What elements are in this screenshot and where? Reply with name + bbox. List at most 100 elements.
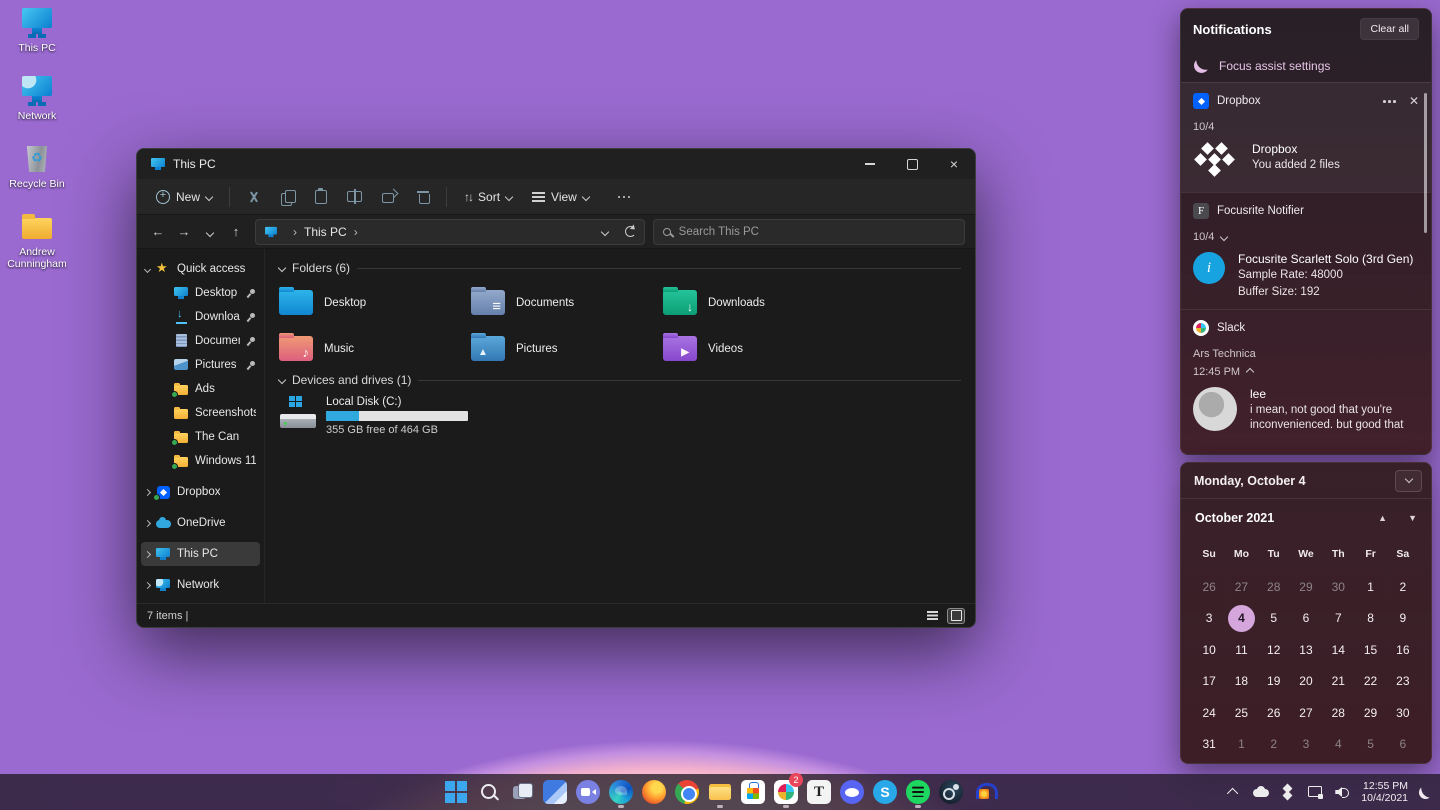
calendar-prev-month-icon[interactable]: ▲	[1378, 513, 1387, 523]
taskbar-audacity-button[interactable]	[972, 777, 996, 807]
focus-assist-tray-icon[interactable]	[1419, 786, 1432, 799]
calendar-day-27[interactable]: 27	[1290, 699, 1322, 726]
expand-chevron-icon[interactable]	[144, 265, 151, 272]
expand-chevron-icon[interactable]	[1220, 233, 1228, 241]
sidebar-item-documents[interactable]: Documents	[141, 329, 260, 353]
sidebar-item-screenshots[interactable]: Screenshots	[141, 401, 260, 425]
calendar-day-21[interactable]: 21	[1322, 668, 1354, 695]
desktop-icon-this-pc[interactable]: This PC	[0, 6, 74, 54]
calendar-day-16[interactable]: 16	[1387, 636, 1419, 663]
cut-button[interactable]	[238, 183, 270, 211]
calendar-day-1[interactable]: 1	[1354, 573, 1386, 600]
search-input[interactable]	[679, 226, 955, 238]
window-titlebar[interactable]: This PC ×	[137, 149, 975, 179]
taskbar-start-button[interactable]	[444, 777, 468, 807]
calendar-day-3[interactable]: 3	[1193, 605, 1225, 632]
taskbar-chat-button[interactable]	[576, 777, 600, 807]
desktop-icon-recycle-bin[interactable]: Recycle Bin	[0, 142, 74, 190]
expand-chevron-icon[interactable]	[144, 550, 151, 557]
dropbox-icon[interactable]	[1280, 784, 1296, 800]
taskbar-store-button[interactable]	[741, 777, 765, 807]
breadcrumb[interactable]: › This PC ›	[255, 219, 645, 245]
taskbar-file-explorer-button[interactable]	[708, 777, 732, 807]
calendar-day-23[interactable]: 23	[1387, 668, 1419, 695]
rename-button[interactable]	[338, 183, 371, 211]
calendar-day-3[interactable]: 3	[1290, 731, 1322, 758]
calendar-day-26[interactable]: 26	[1258, 699, 1290, 726]
sidebar-item-downloads[interactable]: Downloads	[141, 305, 260, 329]
calendar-day-15[interactable]: 15	[1354, 636, 1386, 663]
large-icons-view-button[interactable]	[947, 608, 965, 624]
folder-tile-downloads[interactable]: Downloads	[663, 284, 855, 321]
calendar-day-2[interactable]: 2	[1258, 731, 1290, 758]
notification-more-icon[interactable]	[1382, 99, 1397, 103]
notification-group-slack[interactable]: Slack Ars Technica 12:45 PM lee i mean, …	[1181, 309, 1431, 442]
share-button[interactable]	[373, 183, 406, 211]
calendar-day-28[interactable]: 28	[1258, 573, 1290, 600]
desktop-icon-network[interactable]: Network	[0, 74, 74, 122]
taskbar-spotify-button[interactable]	[906, 777, 930, 807]
sidebar-item-dropbox[interactable]: Dropbox	[141, 480, 260, 504]
folder-tile-music[interactable]: Music	[279, 330, 471, 367]
calendar-day-18[interactable]: 18	[1225, 668, 1257, 695]
calendar-day-29[interactable]: 29	[1290, 573, 1322, 600]
up-button[interactable]: ↑	[225, 224, 247, 239]
calendar-day-17[interactable]: 17	[1193, 668, 1225, 695]
sidebar-item-this-pc[interactable]: This PC	[141, 542, 260, 566]
calendar-day-6[interactable]: 6	[1290, 605, 1322, 632]
calendar-day-10[interactable]: 10	[1193, 636, 1225, 663]
sidebar-item-ads[interactable]: Ads	[141, 377, 260, 401]
taskbar-chrome-button[interactable]	[675, 777, 699, 807]
taskbar-discord-button[interactable]	[840, 777, 864, 807]
notification-group-dropbox[interactable]: Dropbox ✕ 10/4 Dropbox You added 2 files	[1181, 82, 1431, 192]
focus-assist-settings[interactable]: Focus assist settings	[1181, 49, 1431, 82]
sidebar-item-pictures[interactable]: Pictures	[141, 353, 260, 377]
devices-section-header[interactable]: Devices and drives (1)	[279, 373, 961, 387]
breadcrumb-this-pc[interactable]: This PC	[304, 225, 347, 239]
sidebar-item-network[interactable]: Network	[141, 573, 260, 597]
back-button[interactable]: ←	[147, 224, 169, 239]
calendar-day-22[interactable]: 22	[1354, 668, 1386, 695]
details-view-button[interactable]	[923, 608, 941, 624]
taskbar-skype-button[interactable]	[873, 777, 897, 807]
folder-tile-desktop[interactable]: Desktop	[279, 284, 471, 321]
calendar-day-14[interactable]: 14	[1322, 636, 1354, 663]
expand-chevron-icon[interactable]	[144, 519, 151, 526]
calendar-day-29[interactable]: 29	[1354, 699, 1386, 726]
calendar-day-28[interactable]: 28	[1322, 699, 1354, 726]
folders-section-header[interactable]: Folders (6)	[279, 261, 961, 275]
calendar-day-6[interactable]: 6	[1387, 731, 1419, 758]
calendar-day-1[interactable]: 1	[1225, 731, 1257, 758]
calendar-day-2[interactable]: 2	[1387, 573, 1419, 600]
calendar-day-20[interactable]: 20	[1290, 668, 1322, 695]
new-button[interactable]: New	[147, 183, 221, 211]
folder-tile-pictures[interactable]: Pictures	[471, 330, 663, 367]
paste-button[interactable]	[306, 183, 336, 211]
calendar-day-27[interactable]: 27	[1225, 573, 1257, 600]
taskbar-slack-button[interactable]: 2	[774, 777, 798, 807]
forward-button[interactable]: →	[173, 224, 195, 239]
maximize-button[interactable]	[891, 149, 933, 179]
scrollbar[interactable]	[1424, 93, 1427, 233]
calendar-day-5[interactable]: 5	[1354, 731, 1386, 758]
sort-button[interactable]: Sort	[455, 183, 521, 211]
calendar-day-13[interactable]: 13	[1290, 636, 1322, 663]
search-box[interactable]	[653, 219, 965, 245]
sidebar-item-windows-11[interactable]: Windows 11	[141, 449, 260, 473]
taskbar-task-view-button[interactable]	[510, 777, 534, 807]
calendar-day-7[interactable]: 7	[1322, 605, 1354, 632]
sidebar-item-desktop[interactable]: Desktop	[141, 281, 260, 305]
taskbar-search-button[interactable]	[477, 777, 501, 807]
calendar-day-30[interactable]: 30	[1322, 573, 1354, 600]
sidebar-item-onedrive[interactable]: OneDrive	[141, 511, 260, 535]
close-button[interactable]: ×	[933, 149, 975, 179]
calendar-day-4[interactable]: 4	[1225, 605, 1257, 632]
calendar-collapse-button[interactable]	[1395, 470, 1422, 492]
notification-close-icon[interactable]: ✕	[1409, 94, 1419, 108]
calendar-day-24[interactable]: 24	[1193, 699, 1225, 726]
recent-locations-button[interactable]	[199, 224, 221, 239]
taskbar-t-app-button[interactable]	[807, 777, 831, 807]
drive-tile-local-disk-c[interactable]: Local Disk (C:) 355 GB free of 464 GB	[279, 396, 961, 436]
delete-button[interactable]	[408, 183, 438, 211]
calendar-day-31[interactable]: 31	[1193, 731, 1225, 758]
